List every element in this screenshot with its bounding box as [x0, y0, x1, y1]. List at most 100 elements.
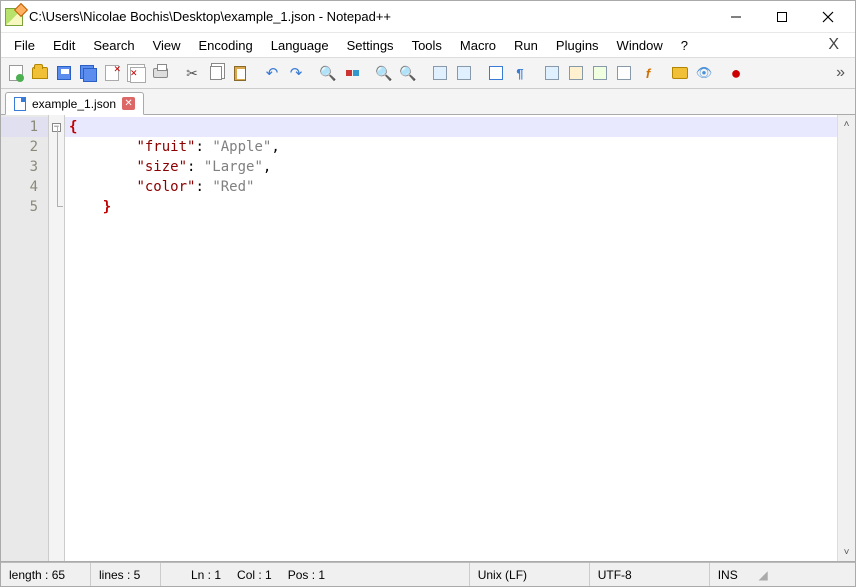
fold-guide	[49, 177, 64, 197]
replace-button[interactable]	[341, 62, 363, 84]
sync-h-button[interactable]	[453, 62, 475, 84]
scroll-down-button[interactable]: ˅	[838, 543, 855, 561]
allchars-button[interactable]: ¶	[509, 62, 531, 84]
find-icon: 🔍	[319, 65, 336, 82]
wordwrap-icon	[489, 66, 503, 80]
code-line: "size": "Large",	[65, 157, 837, 177]
minimize-button[interactable]	[713, 2, 759, 32]
scroll-track[interactable]	[838, 133, 855, 543]
menu-file[interactable]: File	[5, 35, 44, 56]
status-mode[interactable]: INS	[710, 563, 750, 586]
fold-end	[49, 197, 64, 217]
close-tab-icon	[105, 65, 119, 81]
cut-button[interactable]: ✂	[181, 62, 203, 84]
code-line: "color": "Red"	[65, 177, 837, 197]
zoom-out-button[interactable]: 🔍	[397, 62, 419, 84]
menu-help[interactable]: ?	[672, 35, 697, 56]
menu-language[interactable]: Language	[262, 35, 338, 56]
menu-plugins[interactable]: Plugins	[547, 35, 608, 56]
copy-button[interactable]	[205, 62, 227, 84]
zoom-in-button[interactable]: 🔍	[373, 62, 395, 84]
open-folder-icon	[32, 67, 48, 79]
status-col: Col : 1	[229, 563, 280, 586]
code-editor[interactable]: { "fruit": "Apple", "size": "Large", "co…	[65, 115, 837, 561]
line-number: 3	[1, 157, 48, 177]
wordwrap-button[interactable]	[485, 62, 507, 84]
save-button[interactable]	[53, 62, 75, 84]
sync-v-button[interactable]	[429, 62, 451, 84]
menu-encoding[interactable]: Encoding	[190, 35, 262, 56]
vertical-scrollbar[interactable]: ˄ ˅	[837, 115, 855, 561]
menu-search[interactable]: Search	[84, 35, 143, 56]
maximize-button[interactable]	[759, 2, 805, 32]
paragraph-icon: ¶	[516, 66, 523, 81]
menu-tools[interactable]: Tools	[403, 35, 451, 56]
menu-settings[interactable]: Settings	[338, 35, 403, 56]
code-line: "fruit": "Apple",	[65, 137, 837, 157]
sync-v-icon	[433, 66, 447, 80]
app-icon	[5, 8, 23, 26]
menu-edit[interactable]: Edit	[44, 35, 84, 56]
line-number: 5	[1, 197, 48, 217]
fold-toggle[interactable]: −	[49, 117, 64, 137]
scroll-up-button[interactable]: ˄	[838, 115, 855, 133]
zoom-out-icon: 🔍	[399, 65, 416, 82]
paste-button[interactable]	[229, 62, 251, 84]
close-all-button[interactable]	[125, 62, 147, 84]
doclist-button[interactable]	[613, 62, 635, 84]
status-lines: lines : 5	[91, 563, 161, 586]
file-tab-label: example_1.json	[32, 97, 116, 111]
menu-window[interactable]: Window	[608, 35, 672, 56]
monitor-button[interactable]: 👁	[693, 62, 715, 84]
status-pos: Pos : 1	[280, 563, 470, 586]
status-encoding[interactable]: UTF-8	[590, 563, 710, 586]
copy-icon	[210, 66, 222, 80]
save-icon	[57, 66, 71, 80]
status-eol[interactable]: Unix (LF)	[470, 563, 590, 586]
new-file-button[interactable]	[5, 62, 27, 84]
status-ln: Ln : 1	[161, 563, 229, 586]
undo-button[interactable]: ↶	[261, 62, 283, 84]
redo-icon: ↷	[290, 64, 303, 82]
menu-view[interactable]: View	[144, 35, 190, 56]
fold-guide	[49, 137, 64, 157]
mdi-close-button[interactable]: X	[816, 36, 851, 54]
minimize-icon	[730, 11, 742, 23]
chevron-down-icon: ˅	[844, 547, 850, 558]
cut-icon: ✂	[186, 65, 198, 82]
indent-guide-button[interactable]	[541, 62, 563, 84]
close-icon	[822, 11, 834, 23]
funclist-button[interactable]: f	[637, 62, 659, 84]
close-all-icon	[128, 65, 144, 81]
status-length: length : 65	[1, 563, 91, 586]
print-icon	[153, 68, 168, 78]
toolbar: ✂ ↶ ↷ 🔍 🔍 🔍 ¶ f 👁 ● »	[1, 57, 855, 89]
close-button[interactable]	[805, 2, 851, 32]
editor-area: 1 2 3 4 5 − { "fruit": "Apple", "size": …	[1, 115, 855, 562]
toolbar-overflow-button[interactable]: »	[830, 64, 851, 82]
resize-grip[interactable]: ◢	[750, 566, 770, 584]
tab-close-button[interactable]: ✕	[122, 97, 135, 110]
fold-column: −	[49, 115, 65, 561]
folder-button[interactable]	[669, 62, 691, 84]
redo-button[interactable]: ↷	[285, 62, 307, 84]
close-tab-button[interactable]	[101, 62, 123, 84]
sync-h-icon	[457, 66, 471, 80]
save-all-button[interactable]	[77, 62, 99, 84]
tabbar: example_1.json ✕	[1, 89, 855, 115]
window-title: C:\Users\Nicolae Bochis\Desktop\example_…	[29, 9, 391, 24]
menu-run[interactable]: Run	[505, 35, 547, 56]
function-list-icon: f	[646, 66, 650, 81]
titlebar: C:\Users\Nicolae Bochis\Desktop\example_…	[1, 1, 855, 33]
find-button[interactable]: 🔍	[317, 62, 339, 84]
udl-button[interactable]	[565, 62, 587, 84]
line-number: 1	[1, 117, 48, 137]
file-tab[interactable]: example_1.json ✕	[5, 92, 144, 115]
open-file-button[interactable]	[29, 62, 51, 84]
print-button[interactable]	[149, 62, 171, 84]
menu-macro[interactable]: Macro	[451, 35, 505, 56]
code-line: {	[65, 117, 837, 137]
line-number: 2	[1, 137, 48, 157]
record-macro-button[interactable]: ●	[725, 62, 747, 84]
docmap-button[interactable]	[589, 62, 611, 84]
